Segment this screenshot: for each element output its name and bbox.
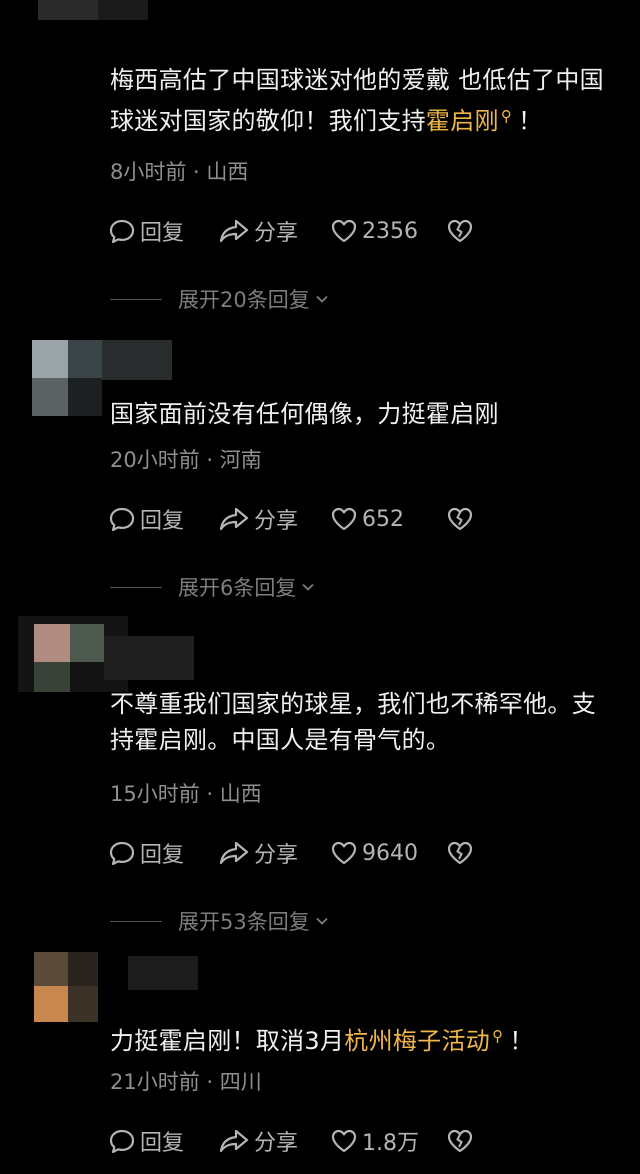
comment-bubble-icon [109, 507, 135, 532]
like-count: 652 [362, 506, 404, 532]
heart-icon [331, 507, 357, 531]
heart-icon [331, 1129, 357, 1153]
broken-heart-icon [447, 841, 473, 865]
reply-button[interactable]: 回复 [108, 837, 218, 869]
reply-label: 回复 [140, 1131, 185, 1156]
search-icon: ⚲ [492, 1027, 504, 1045]
like-button[interactable]: 652 [330, 505, 446, 533]
share-arrow-icon [219, 507, 249, 531]
dislike-button[interactable] [446, 505, 474, 533]
divider-line [110, 586, 162, 588]
share-arrow-icon [219, 1129, 249, 1153]
comment-bubble-icon [109, 841, 135, 866]
comment-text: 不尊重我们国家的球星，我们也不稀罕他。支持霍启刚。中国人是有骨气的。 [110, 690, 596, 754]
reply-button[interactable]: 回复 [108, 1125, 218, 1157]
reply-label: 回复 [140, 509, 185, 534]
highlight-link[interactable]: 杭州梅子活动 [344, 1027, 490, 1055]
share-button[interactable]: 分享 [218, 503, 330, 535]
avatar[interactable] [18, 952, 198, 1028]
share-button[interactable]: 分享 [218, 837, 330, 869]
comment-time-location: 15小时前 · 山西 [110, 782, 262, 806]
reply-button[interactable]: 回复 [108, 503, 218, 535]
chevron-down-icon [302, 583, 315, 591]
share-label: 分享 [254, 1131, 299, 1156]
comment-actions: 回复 分享 1.8万 [108, 1126, 474, 1156]
like-button[interactable]: 9640 [330, 839, 446, 867]
heart-icon [331, 841, 357, 865]
like-count: 9640 [362, 840, 418, 866]
share-arrow-icon [219, 841, 249, 865]
broken-heart-icon [447, 507, 473, 531]
expand-replies-button[interactable]: 展开53条回复 [110, 906, 330, 936]
share-button[interactable]: 分享 [218, 1125, 330, 1157]
expand-replies-label: 展开53条回复 [178, 910, 310, 934]
comment-text: 力挺霍启刚！取消3月杭州梅子活动 ⚲！ [110, 1018, 620, 1059]
broken-heart-icon [447, 1129, 473, 1153]
like-button[interactable]: 1.8万 [330, 1125, 446, 1157]
comment-actions: 回复 分享 652 [108, 504, 474, 534]
avatar[interactable] [18, 616, 198, 692]
dislike-button[interactable] [446, 839, 474, 867]
comment-4: 力挺霍启刚！取消3月杭州梅子活动 ⚲！ 21小时前 · 四川 回复 分享 1.8万 [0, 0, 640, 1156]
comment-time-location: 21小时前 · 四川 [110, 1070, 262, 1094]
reply-label: 回复 [140, 843, 185, 868]
expand-replies-button[interactable]: 展开6条回复 [110, 572, 316, 602]
dislike-button[interactable] [446, 1127, 474, 1155]
expand-replies-label: 展开6条回复 [178, 576, 297, 600]
divider-line [110, 920, 162, 922]
like-count: 1.8万 [362, 1131, 419, 1156]
chevron-down-icon [316, 917, 328, 925]
comment-actions: 回复 分享 9640 [108, 838, 474, 868]
comment-time-location: 20小时前 · 河南 [110, 448, 262, 472]
share-label: 分享 [254, 843, 299, 868]
comment-bubble-icon [109, 1129, 135, 1154]
share-label: 分享 [254, 509, 299, 534]
comment-text: 国家面前没有任何偶像，力挺霍启刚 [110, 400, 499, 428]
